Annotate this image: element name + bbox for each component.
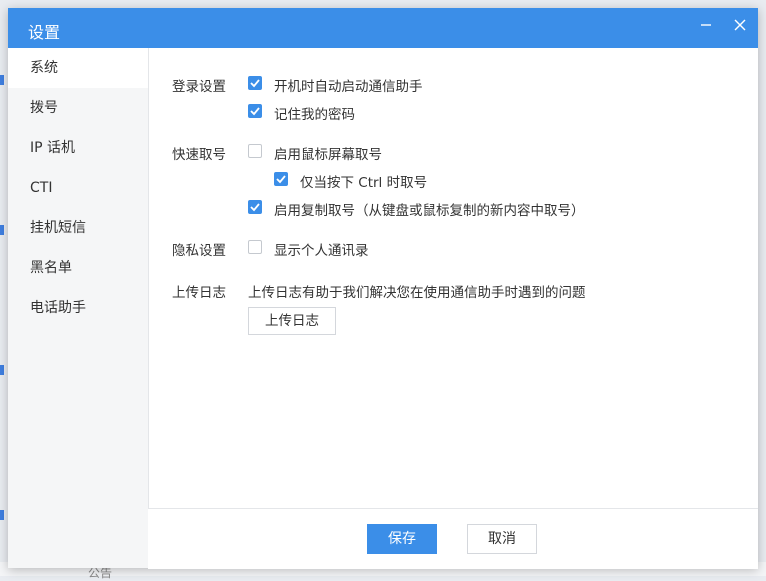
upload-log-description: 上传日志有助于我们解决您在使用通信助手时遇到的问题	[248, 285, 586, 301]
sidebar-item-blacklist[interactable]: 黑名单	[8, 248, 148, 288]
background-accent	[0, 365, 4, 375]
ctrl-only-label: 仅当按下 Ctrl 时取号	[300, 175, 428, 191]
sidebar-item-hangup-sms[interactable]: 挂机短信	[8, 208, 148, 248]
checkmark-icon	[250, 79, 260, 88]
settings-sidebar: 系统 拨号 IP 话机 CTI 挂机短信 黑名单 电话助手	[8, 48, 149, 568]
sidebar-item-phone-assistant[interactable]: 电话助手	[8, 288, 148, 328]
cancel-button[interactable]: 取消	[467, 524, 537, 554]
mouse-screen-capture-checkbox[interactable]	[248, 144, 262, 158]
show-contacts-checkbox[interactable]	[248, 240, 262, 254]
sidebar-item-cti[interactable]: CTI	[8, 168, 148, 208]
checkmark-icon	[276, 175, 286, 184]
quick-dial-label: 快速取号	[172, 147, 226, 163]
auto-start-checkbox[interactable]	[248, 76, 262, 90]
ctrl-only-checkbox[interactable]	[274, 172, 288, 186]
background-accent	[0, 75, 4, 85]
copy-capture-label: 启用复制取号（从键盘或鼠标复制的新内容中取号）	[274, 203, 585, 219]
settings-dialog: 设置 系统 拨号 IP 话机 CTI 挂机短信 黑名单 电话助手 登录设置 开机…	[8, 8, 758, 569]
dialog-title: 设置	[28, 23, 61, 42]
dialog-footer: 保存 取消	[148, 508, 758, 569]
remember-password-checkbox[interactable]	[248, 104, 262, 118]
sidebar-item-ip-phone[interactable]: IP 话机	[8, 128, 148, 168]
mouse-screen-capture-label: 启用鼠标屏幕取号	[274, 147, 382, 163]
checkmark-icon	[250, 203, 260, 212]
background-accent	[0, 510, 4, 520]
dialog-titlebar: 设置	[8, 8, 758, 48]
settings-content: 登录设置 开机时自动启动通信助手 记住我的密码 快速取号 启用鼠标屏幕取号 仅当…	[148, 48, 758, 508]
sidebar-item-dial[interactable]: 拨号	[8, 88, 148, 128]
copy-capture-checkbox[interactable]	[248, 200, 262, 214]
auto-start-label: 开机时自动启动通信助手	[274, 79, 423, 95]
upload-log-label: 上传日志	[172, 285, 226, 301]
sidebar-item-system[interactable]: 系统	[8, 48, 148, 88]
checkmark-icon	[250, 107, 260, 116]
login-settings-label: 登录设置	[172, 79, 226, 95]
privacy-settings-label: 隐私设置	[172, 243, 226, 259]
show-contacts-label: 显示个人通讯录	[274, 243, 369, 259]
remember-password-label: 记住我的密码	[274, 107, 355, 123]
save-button[interactable]: 保存	[367, 524, 437, 554]
minimize-icon[interactable]	[695, 14, 717, 36]
background-accent	[0, 225, 4, 235]
upload-log-button[interactable]: 上传日志	[248, 307, 336, 335]
close-icon[interactable]	[729, 14, 751, 36]
